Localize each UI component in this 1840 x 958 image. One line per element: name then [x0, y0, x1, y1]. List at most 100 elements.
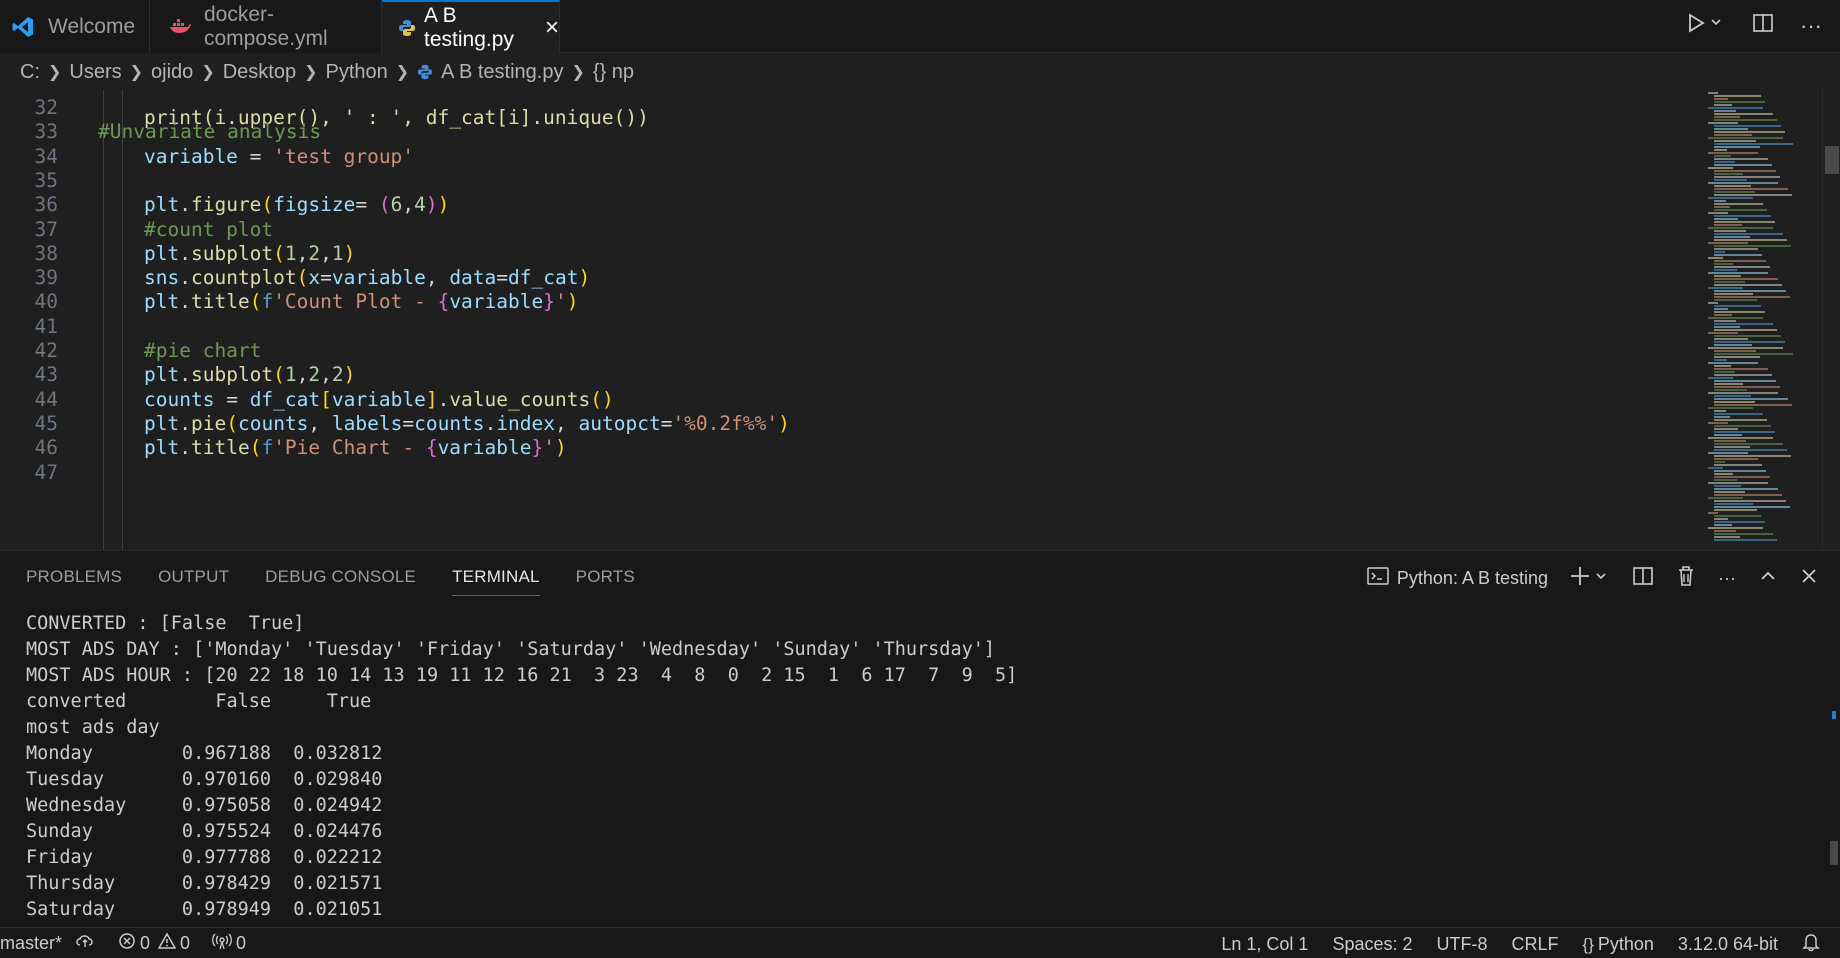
- minimap-line: [1714, 410, 1726, 412]
- minimap-line: [1714, 323, 1773, 325]
- tab-welcome[interactable]: Welcome: [0, 0, 150, 53]
- panel-tabs: PROBLEMS OUTPUT DEBUG CONSOLE TERMINAL P…: [26, 567, 635, 596]
- code-text: variable = 'test group': [144, 144, 415, 168]
- tab-terminal[interactable]: TERMINAL: [452, 567, 540, 596]
- minimap-line: [1714, 140, 1756, 142]
- breadcrumb-symbol[interactable]: {} np: [593, 61, 634, 84]
- minimap-line: [1714, 443, 1783, 445]
- split-editor-icon[interactable]: [1752, 12, 1774, 40]
- chevron-right-icon: ❯: [129, 64, 144, 81]
- encoding-status[interactable]: UTF-8: [1437, 934, 1488, 955]
- tab-ab-testing[interactable]: A B testing.py ×: [382, 0, 560, 54]
- chevron-right-icon: ❯: [395, 64, 410, 81]
- breadcrumb-item[interactable]: Python: [326, 61, 388, 84]
- problems-status[interactable]: 0 0: [118, 932, 190, 955]
- minimap-line: [1708, 392, 1778, 394]
- indentation-status[interactable]: Spaces: 2: [1332, 934, 1412, 955]
- minimap-line: [1714, 401, 1755, 403]
- eol-status[interactable]: CRLF: [1512, 934, 1559, 955]
- minimap-line: [1714, 158, 1768, 160]
- minimap-line: [1708, 332, 1738, 334]
- editor-actions: ···: [1686, 12, 1822, 40]
- branch-status[interactable]: master*: [0, 932, 96, 955]
- status-bar: master* 0 0 0 Ln 1, Col 1 Spaces: 2 UTF-…: [0, 927, 1840, 958]
- breadcrumb-item[interactable]: ojido: [151, 61, 193, 84]
- minimap-line: [1714, 311, 1765, 313]
- run-python-file-icon[interactable]: [1686, 12, 1726, 40]
- editor-scrollbar[interactable]: [1822, 88, 1840, 550]
- minimap-line: [1714, 416, 1730, 418]
- minimap-line: [1708, 242, 1748, 244]
- new-terminal-icon[interactable]: [1570, 565, 1610, 592]
- split-terminal-icon[interactable]: [1632, 565, 1654, 592]
- minimap-line: [1708, 467, 1723, 469]
- breadcrumb-item[interactable]: Desktop: [223, 61, 296, 84]
- minimap-line: [1714, 131, 1785, 133]
- terminal-scrollbar[interactable]: [1826, 551, 1840, 928]
- minimap-line: [1708, 452, 1748, 454]
- breadcrumb-item[interactable]: C:: [20, 61, 40, 84]
- close-panel-icon[interactable]: [1800, 567, 1818, 590]
- minimap-line: [1714, 464, 1762, 466]
- bell-icon[interactable]: [1802, 932, 1820, 957]
- breadcrumb-item[interactable]: Users: [69, 61, 121, 84]
- minimap-line: [1714, 314, 1732, 316]
- minimap-line: [1708, 212, 1728, 214]
- tab-docker-compose[interactable]: docker-compose.yml: [150, 0, 382, 53]
- terminal-selector[interactable]: Python: A B testing: [1367, 566, 1548, 591]
- minimap-line: [1714, 209, 1767, 211]
- bottom-panel: PROBLEMS OUTPUT DEBUG CONSOLE TERMINAL P…: [0, 550, 1840, 927]
- chevron-right-icon: ❯: [48, 64, 62, 81]
- minimap-line: [1714, 506, 1790, 508]
- cursor-position[interactable]: Ln 1, Col 1: [1221, 934, 1308, 955]
- terminal-output[interactable]: CONVERTED : [False True] MOST ADS DAY : […: [26, 611, 1017, 923]
- tab-output[interactable]: OUTPUT: [158, 567, 229, 596]
- minimap-line: [1714, 350, 1756, 352]
- trash-icon[interactable]: [1676, 565, 1696, 592]
- minimap-line: [1714, 389, 1747, 391]
- minimap-line: [1708, 107, 1763, 109]
- terminal-line: MOST ADS HOUR : [20 22 18 10 14 13 19 11…: [26, 665, 1018, 686]
- sync-icon[interactable]: [74, 932, 96, 955]
- minimap-line: [1708, 167, 1733, 169]
- ports-status[interactable]: 0: [212, 932, 246, 955]
- language-mode[interactable]: {} Python: [1583, 934, 1654, 955]
- minimap-line: [1714, 110, 1736, 112]
- tab-debug-console[interactable]: DEBUG CONSOLE: [265, 567, 416, 596]
- minimap-line: [1714, 473, 1733, 475]
- more-actions-icon[interactable]: ···: [1800, 13, 1822, 39]
- language-label: Python: [1597, 934, 1654, 954]
- minimap-line: [1708, 257, 1723, 259]
- minimap-line: [1714, 218, 1738, 220]
- tab-ports[interactable]: PORTS: [576, 567, 635, 596]
- minimap-line: [1714, 203, 1763, 205]
- minimap-line: [1708, 347, 1783, 349]
- scrollbar-thumb[interactable]: [1825, 146, 1839, 174]
- tab-problems[interactable]: PROBLEMS: [26, 567, 122, 596]
- maximize-panel-icon[interactable]: [1758, 566, 1778, 591]
- tab-label: docker-compose.yml: [204, 2, 328, 50]
- minimap-line: [1714, 449, 1787, 451]
- minimap-line: [1714, 533, 1773, 535]
- minimap-line: [1714, 254, 1762, 256]
- minimap-line: [1714, 215, 1771, 217]
- minimap-line: [1708, 227, 1773, 229]
- breadcrumb-item[interactable]: A B testing.py: [441, 61, 563, 84]
- minimap-line: [1714, 206, 1730, 208]
- interpreter-version[interactable]: 3.12.0 64-bit: [1678, 934, 1778, 955]
- minimap-line: [1714, 359, 1727, 361]
- minimap-line: [1714, 338, 1748, 340]
- scrollbar-thumb[interactable]: [1830, 841, 1838, 865]
- minimap-line: [1714, 296, 1790, 298]
- close-icon[interactable]: ×: [545, 14, 559, 42]
- code-editor[interactable]: print(i.upper(), ' : ', df_cat[i].unique…: [0, 90, 1822, 550]
- minimap-line: [1714, 164, 1772, 166]
- minimap[interactable]: [1704, 88, 1822, 550]
- minimap-line: [1708, 272, 1768, 274]
- minimap-line: [1714, 239, 1787, 241]
- terminal-line: converted False True: [26, 691, 372, 712]
- minimap-line: [1714, 485, 1741, 487]
- line-number: 47: [34, 460, 58, 484]
- more-actions-icon[interactable]: ···: [1718, 568, 1736, 589]
- minimap-line: [1714, 458, 1758, 460]
